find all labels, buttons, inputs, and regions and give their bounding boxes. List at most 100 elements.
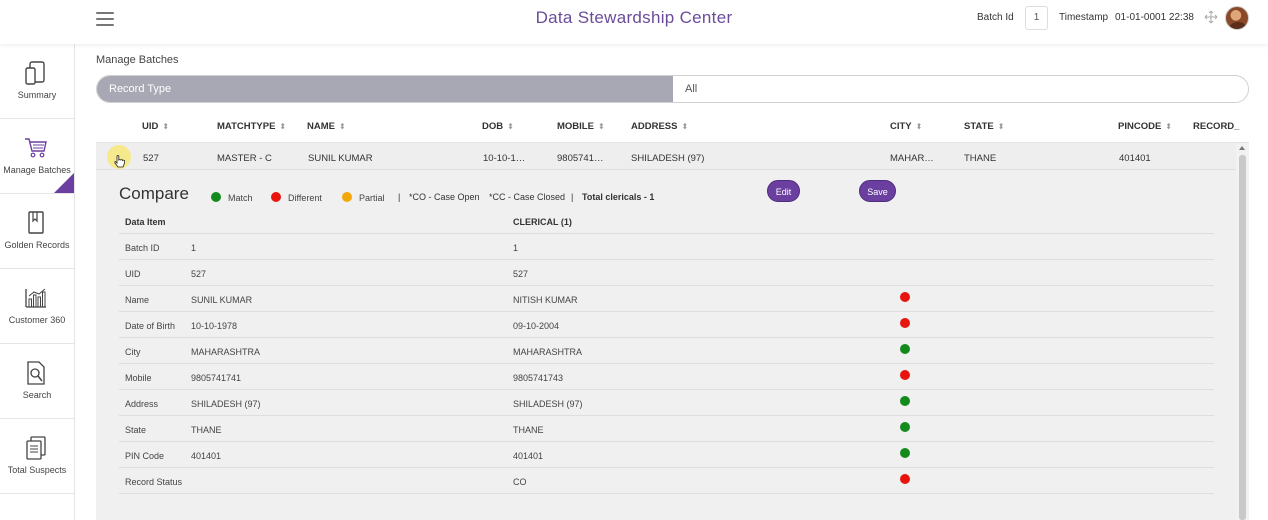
- red-dot-icon: [271, 192, 281, 202]
- cell-name: SUNIL KUMAR: [308, 153, 373, 164]
- golden-value-cell: MAHARASHTRA: [191, 347, 261, 357]
- record-type-label: Record Type: [97, 76, 673, 102]
- sidebar-item-label: Golden Records: [4, 240, 70, 250]
- golden-value-cell: 9805741741: [191, 373, 242, 383]
- status-match-dot-icon: [900, 344, 910, 354]
- sort-icon[interactable]: ⬍: [507, 122, 514, 131]
- record-type-value[interactable]: All: [685, 76, 697, 102]
- column-header-uid[interactable]: UID ⬍: [142, 121, 169, 132]
- golden-value-cell: 401401: [191, 451, 222, 461]
- sidebar-item-manage-batches[interactable]: Manage Batches: [0, 119, 74, 194]
- golden-value-cell: THANE: [191, 425, 222, 435]
- column-header-pincode[interactable]: PINCODE ⬍: [1118, 121, 1172, 132]
- breadcrumb: Manage Batches: [96, 54, 179, 66]
- status-different-dot-icon: [900, 292, 910, 302]
- legend-case-open: *CO - Case Open: [409, 192, 480, 202]
- bar-chart-icon: [25, 288, 46, 308]
- sidebar-item-summary[interactable]: Summary: [0, 44, 74, 119]
- tablet-icon: [25, 61, 45, 85]
- column-header-matchtype[interactable]: MATCHTYPE ⬍: [217, 121, 286, 132]
- column-header-address[interactable]: ADDRESS ⬍: [631, 121, 688, 132]
- compare-row: PIN Code 401401 401401: [119, 442, 1214, 468]
- status-match-dot-icon: [900, 396, 910, 406]
- golden-value-cell: 10-10-1978: [191, 321, 238, 331]
- clerical-value-cell: 527: [513, 269, 529, 279]
- sort-icon[interactable]: ⬍: [681, 122, 688, 131]
- clerical-value-cell: 09-10-2004: [513, 321, 560, 331]
- edit-button[interactable]: Edit: [767, 180, 800, 202]
- golden-value-cell: SUNIL KUMAR: [191, 295, 253, 305]
- legend-case-closed: *CC - Case Closed: [489, 192, 566, 202]
- batch-grid: UID ⬍ MATCHTYPE ⬍ NAME ⬍ DOB ⬍ MOBILE ⬍ ADDRE…: [96, 110, 1249, 520]
- sort-icon[interactable]: ⬍: [339, 122, 346, 131]
- user-avatar[interactable]: [1225, 6, 1249, 30]
- sidebar-item-search[interactable]: Search: [0, 344, 74, 419]
- column-header-state[interactable]: STATE ⬍: [964, 121, 1004, 132]
- sidebar-item-label: Search: [22, 390, 52, 400]
- cell-matchtype: MASTER - C: [217, 153, 272, 164]
- cell-pincode: 401401: [1119, 153, 1151, 164]
- compare-row: Address SHILADESH (97) SHILADESH (97): [119, 390, 1214, 416]
- clerical-value-cell: NITISH KUMAR: [513, 295, 578, 305]
- sort-icon[interactable]: ⬍: [1165, 122, 1172, 131]
- column-header-record[interactable]: RECORD_: [1193, 121, 1239, 132]
- legend-separator: |: [571, 192, 574, 202]
- sidebar-item-label: Total Suspects: [7, 465, 67, 475]
- table-row[interactable]: 527 MASTER - C SUNIL KUMAR 10-10-1… 9805…: [96, 143, 1236, 170]
- sort-icon[interactable]: ⬍: [279, 122, 286, 131]
- sort-icon[interactable]: ⬍: [598, 122, 605, 131]
- compare-row: UID 527 527: [119, 260, 1214, 286]
- save-button[interactable]: Save: [859, 180, 896, 202]
- sidebar-item-customer-360[interactable]: Customer 360: [0, 269, 74, 344]
- data-item-cell: Date of Birth: [125, 321, 176, 331]
- move-icon[interactable]: [1204, 10, 1218, 24]
- compare-row: State THANE THANE: [119, 416, 1214, 442]
- data-item-cell: Name: [125, 295, 150, 305]
- compare-table-header: Data Item CLERICAL (1): [119, 208, 1214, 234]
- vertical-scrollbar[interactable]: [1236, 143, 1249, 520]
- scrollbar-thumb[interactable]: [1239, 155, 1246, 520]
- legend-different: Different: [271, 192, 322, 203]
- column-header-dob[interactable]: DOB ⬍: [482, 121, 514, 132]
- batch-id-label: Batch Id: [977, 12, 1014, 23]
- sidebar-item-total-suspects[interactable]: Total Suspects: [0, 419, 74, 494]
- column-header-name[interactable]: NAME ⬍: [307, 121, 346, 132]
- sidebar-item-golden-records[interactable]: Golden Records: [0, 194, 74, 269]
- legend-match: Match: [211, 192, 253, 203]
- column-header-city[interactable]: CITY ⬍: [890, 121, 922, 132]
- clerical-value-cell: 1: [513, 243, 519, 253]
- data-item-cell: Batch ID: [125, 243, 160, 253]
- data-item-cell: UID: [125, 269, 141, 279]
- clerical-value-cell: 401401: [513, 451, 544, 461]
- sort-icon[interactable]: ⬍: [162, 122, 169, 131]
- status-match-dot-icon: [900, 448, 910, 458]
- scroll-up-arrow-icon[interactable]: [1239, 146, 1245, 150]
- timestamp-value: 01-01-0001 22:38: [1115, 12, 1194, 23]
- top-bar: Data Stewardship Center Batch Id 1 Times…: [0, 0, 1268, 44]
- cell-uid: 527: [143, 153, 159, 164]
- clerical-value-cell: CO: [513, 477, 527, 487]
- cell-city: MAHAR…: [890, 153, 934, 164]
- golden-value-cell: 1: [191, 243, 197, 253]
- record-type-filter[interactable]: Record Type All: [96, 75, 1249, 103]
- legend-separator: |: [398, 192, 401, 202]
- batch-id-field[interactable]: 1: [1025, 6, 1048, 30]
- clerical-header: CLERICAL (1): [513, 217, 572, 227]
- clerical-value-cell: 9805741743: [513, 373, 564, 383]
- sort-icon[interactable]: ⬍: [998, 122, 1005, 131]
- data-item-cell: City: [125, 347, 141, 357]
- cart-icon: [25, 138, 47, 158]
- status-different-dot-icon: [900, 370, 910, 380]
- copy-icon: [26, 436, 46, 460]
- column-header-mobile[interactable]: MOBILE ⬍: [557, 121, 605, 132]
- data-item-cell: Record Status: [125, 477, 183, 487]
- legend-partial: Partial: [342, 192, 385, 203]
- data-item-header: Data Item: [125, 217, 166, 227]
- search-doc-icon: [27, 361, 45, 385]
- golden-value-cell: SHILADESH (97): [191, 399, 261, 409]
- compare-row: Record Status CO: [119, 468, 1214, 494]
- cell-mobile: 9805741…: [557, 153, 604, 164]
- compare-title: Compare: [119, 184, 189, 203]
- sort-icon[interactable]: ⬍: [916, 122, 923, 131]
- hamburger-menu-icon[interactable]: [96, 12, 114, 26]
